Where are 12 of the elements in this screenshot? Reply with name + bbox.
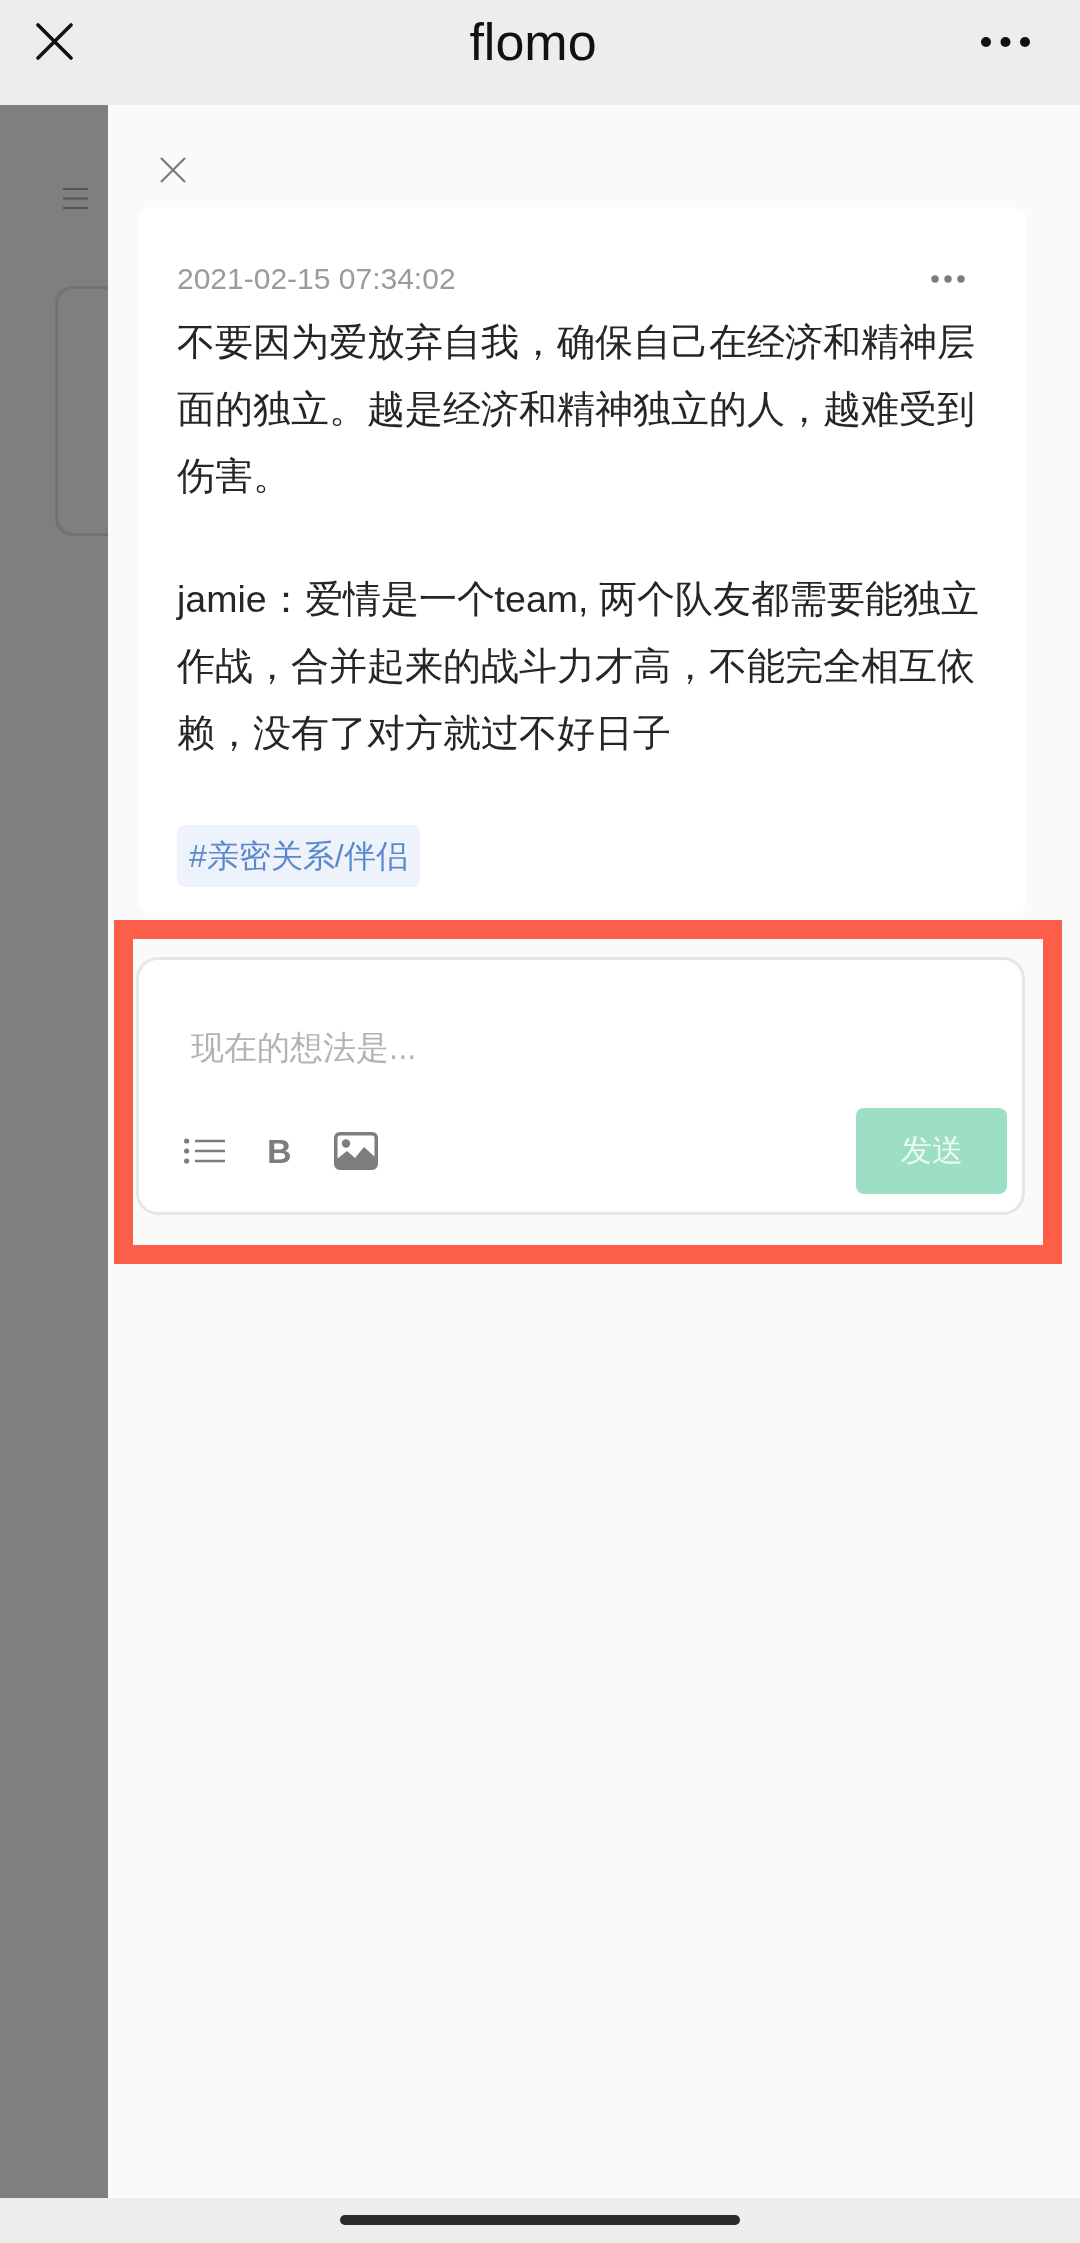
bold-button[interactable]: B — [267, 1133, 292, 1169]
menu-icon — [63, 187, 88, 210]
more-icon[interactable] — [981, 36, 1030, 47]
memo-timestamp: 2021-02-15 07:34:02 — [177, 261, 456, 297]
close-icon[interactable] — [36, 23, 73, 60]
memo-paragraph: jamie：爱情是一个team, 两个队友都需要能独立作战，合并起来的战斗力才高，不能完全相互依赖，没有了对方就过不好日子 — [177, 577, 980, 756]
tag-chip[interactable]: #亲密关系/伴侣 — [177, 825, 420, 887]
memo-input[interactable]: 现在的想法是... — [191, 1023, 951, 1073]
list-icon[interactable] — [184, 1138, 225, 1164]
memo-paragraph: 不要因为爱放弃自我，确保自己在经济和精神层面的独立。越是经济和精神独立的人，越难受到伤害。 — [177, 320, 976, 499]
image-icon[interactable] — [333, 1132, 378, 1170]
app-title: flomo — [469, 11, 597, 72]
